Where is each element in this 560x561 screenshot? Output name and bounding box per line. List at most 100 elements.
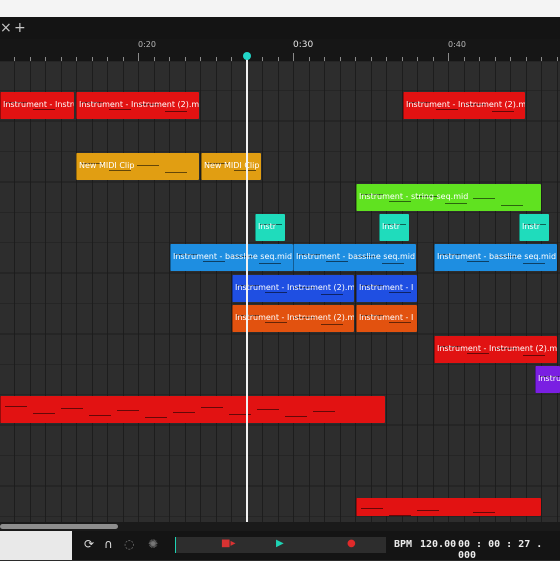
midi-clip[interactable]: Instrument - bassline seq.mid: [293, 244, 416, 271]
midi-clip[interactable]: Instrument - bassline seq.mid: [434, 244, 557, 271]
magnet-icon[interactable]: ∩: [104, 537, 113, 551]
midi-clip[interactable]: Instrument - Instrument (2).mid: [403, 92, 525, 119]
grid-line: [541, 62, 542, 522]
clip-label: Instr: [522, 222, 541, 231]
clip-label: Instrument - Instrument (2).mid: [437, 344, 557, 353]
ruler-minor-tick: [278, 57, 279, 61]
midi-clip[interactable]: Instrument - Instrument (2).mid: [76, 92, 199, 119]
ruler-minor-tick: [355, 57, 356, 61]
ruler-minor-tick: [107, 57, 108, 61]
add-tab-icon[interactable]: +: [14, 17, 26, 39]
grid-line: [185, 62, 186, 522]
transport-left-panel: [0, 531, 72, 560]
ruler-minor-tick: [262, 57, 263, 61]
ruler-minor-tick: [45, 57, 46, 61]
ruler-minor-tick: [417, 57, 418, 61]
midi-clip[interactable]: Instrument - string seq.mid: [356, 184, 541, 211]
ruler-time-label: 0:40: [448, 40, 466, 49]
midi-clip[interactable]: Instrument - Instrument (2).mid: [434, 336, 557, 363]
midi-clip[interactable]: Instrument - Instrument (2).mid: [232, 275, 354, 302]
metronome-icon[interactable]: ◌: [124, 537, 134, 551]
ruler-minor-tick: [433, 57, 434, 61]
ruler-minor-tick: [200, 57, 201, 61]
midi-clip[interactable]: Instrument - bassline seq.mid: [170, 244, 293, 271]
ruler-major-tick: [448, 53, 449, 61]
ruler-minor-tick: [541, 57, 542, 61]
clip-label: Instrument - I: [359, 313, 414, 322]
track-lane[interactable]: [0, 426, 560, 455]
playhead-line[interactable]: [246, 55, 248, 522]
midi-clip[interactable]: New MIDI Clip: [76, 153, 199, 180]
clip-notes: [1, 396, 385, 423]
record-arm-icon[interactable]: ■▸: [221, 538, 235, 549]
grid-line: [76, 62, 77, 522]
ruler-minor-tick: [510, 57, 511, 61]
clip-label: Instrument - Instrument (2).mid: [3, 100, 74, 109]
grid-line: [30, 62, 31, 522]
grid-line: [14, 62, 15, 522]
clip-label: Instrument - Instrument (2).mid: [235, 313, 354, 322]
ruler-minor-tick: [557, 57, 558, 61]
grid-line: [557, 62, 558, 522]
ruler-minor-tick: [92, 57, 93, 61]
midi-clip[interactable]: Instrument - I: [356, 305, 417, 332]
grid-line: [200, 62, 201, 522]
close-tab-icon[interactable]: ×: [0, 17, 12, 39]
midi-clip[interactable]: [0, 396, 385, 423]
ruler-minor-tick: [526, 57, 527, 61]
clip-label: Instrument - string seq.mid: [359, 192, 469, 201]
tab-bar: × +: [0, 17, 560, 39]
midi-clip[interactable]: Instr: [379, 214, 409, 241]
record-icon[interactable]: ●: [347, 538, 356, 549]
settings-icon[interactable]: ✺: [148, 537, 158, 551]
scrollbar-thumb[interactable]: [0, 524, 118, 529]
midi-clip[interactable]: Instr: [519, 214, 549, 241]
clip-label: Instr: [382, 222, 401, 231]
ruler-minor-tick: [185, 57, 186, 61]
track-lane[interactable]: [0, 122, 560, 151]
timeline-ruler[interactable]: 0:20 0:30 0:40: [0, 39, 560, 62]
track-lane[interactable]: [0, 365, 560, 394]
ruler-minor-tick: [169, 57, 170, 61]
clip-label: New MIDI Clip: [204, 161, 260, 170]
track-lane[interactable]: [0, 456, 560, 485]
ruler-minor-tick: [324, 57, 325, 61]
grid-line: [107, 62, 108, 522]
play-icon[interactable]: ▶: [276, 538, 284, 549]
ruler-major-tick: [138, 53, 139, 61]
midi-clip[interactable]: Instru: [535, 366, 560, 393]
ruler-time-label: 0:30: [293, 40, 314, 50]
ruler-minor-tick: [464, 57, 465, 61]
ruler-minor-tick: [61, 57, 62, 61]
midi-clip[interactable]: Instrument - Instrument (2).mid: [0, 92, 74, 119]
midi-clip[interactable]: Instrument - Instrument (2).mid: [232, 305, 354, 332]
ruler-minor-tick: [309, 57, 310, 61]
clip-label: Instru: [538, 374, 560, 383]
ruler-minor-tick: [216, 57, 217, 61]
ruler-minor-tick: [371, 57, 372, 61]
grid-line: [45, 62, 46, 522]
midi-clip[interactable]: [356, 498, 541, 516]
track-lane[interactable]: [0, 62, 560, 90]
clip-notes: [357, 498, 541, 516]
ruler-minor-tick: [76, 57, 77, 61]
ruler-minor-tick: [495, 57, 496, 61]
ruler-minor-tick: [14, 57, 15, 61]
grid-line: [479, 62, 480, 522]
grid-line: [138, 62, 139, 522]
ruler-major-tick: [293, 53, 294, 61]
time-readout: 00 : 00 : 27 . 000: [458, 539, 543, 561]
track-lanes[interactable]: Instrument - Instrument (2).mid Instrumen…: [0, 62, 560, 522]
midi-clip[interactable]: New MIDI Clip: [201, 153, 261, 180]
bpm-value[interactable]: 120.00: [420, 539, 456, 550]
playhead-handle[interactable]: [243, 52, 251, 60]
clip-label: Instrument - I: [359, 283, 414, 292]
midi-clip[interactable]: Instr: [255, 214, 285, 241]
midi-clip[interactable]: Instrument - I: [356, 275, 417, 302]
grid-line: [510, 62, 511, 522]
grid-line: [433, 62, 434, 522]
grid-line: [417, 62, 418, 522]
loop-icon[interactable]: ⟳: [84, 537, 94, 551]
ruler-minor-tick: [340, 57, 341, 61]
grid-line: [495, 62, 496, 522]
